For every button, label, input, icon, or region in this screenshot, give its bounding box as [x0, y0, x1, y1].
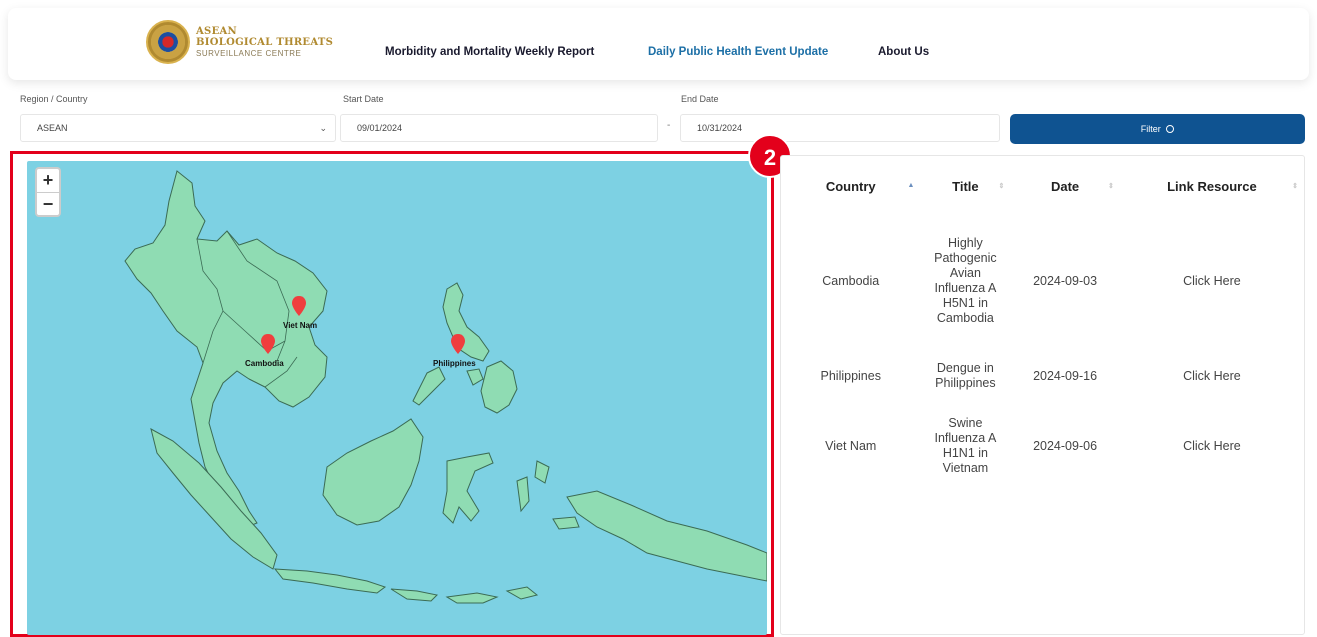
cell-date: 2024-09-16 — [1033, 368, 1098, 383]
marker-cambodia[interactable] — [261, 334, 275, 354]
logo-line-3: SURVEILLANCE CENTRE — [196, 48, 302, 58]
end-date-input[interactable]: 10/31/2024 — [680, 114, 1000, 142]
marker-label-viet-nam: Viet Nam — [283, 321, 318, 330]
logo-line-1: ASEAN — [196, 25, 238, 37]
start-date-input[interactable]: 09/01/2024 — [340, 114, 658, 142]
events-table-panel: Country ▲ Title ⇕ Date ⇕ Link Resource ⇕ Cam… — [780, 155, 1305, 635]
search-icon — [1166, 125, 1175, 133]
logo-line-2: BIOLOGICAL THREATS — [196, 36, 334, 48]
table-row: Viet Nam Swine Influenza A H1N1 in Vietnam 20… — [781, 406, 1304, 486]
cell-date: 2024-09-06 — [1033, 438, 1098, 453]
marker-label-philippines: Philippines — [433, 359, 476, 368]
sort-icon: ⇕ — [1292, 183, 1298, 190]
map-svg — [124, 170, 767, 604]
filter-button-label: Filter — [1140, 124, 1161, 134]
cell-country: Viet Nam — [825, 438, 877, 453]
filter-button[interactable]: Filter — [1010, 114, 1305, 144]
java — [273, 568, 387, 594]
table-row: Philippines Dengue in Philippines 2024-09-1… — [781, 346, 1304, 406]
cell-date: 2024-09-03 — [1033, 273, 1098, 288]
papua — [566, 490, 767, 582]
cell-title: Dengue in Philippines — [935, 361, 996, 390]
asean-seal-icon — [146, 20, 190, 64]
sort-icon: ⇕ — [998, 183, 1005, 190]
marker-viet-nam[interactable] — [292, 296, 306, 316]
cell-country: Cambodia — [822, 273, 880, 288]
philippines — [442, 282, 490, 362]
asean-map[interactable]: Viet Nam Cambodia Philippines + − — [27, 161, 767, 635]
end-date-label: End Date — [681, 94, 719, 104]
end-date-value: 10/31/2024 — [697, 123, 743, 133]
sort-icon: ⇕ — [1107, 183, 1114, 190]
region-select-value: ASEAN — [37, 123, 68, 133]
column-header-country[interactable]: Country ▲ — [781, 156, 920, 216]
events-table: Country ▲ Title ⇕ Date ⇕ Link Resource ⇕ Cam… — [781, 156, 1304, 486]
mainland-southeast-asia — [124, 170, 328, 528]
cell-title: Swine Influenza A H1N1 in Vietnam — [934, 416, 997, 475]
asean-logo[interactable]: ASEAN BIOLOGICAL THREATS SURVEILLANCE CE… — [146, 20, 333, 64]
column-header-link-resource[interactable]: Link Resource ⇕ — [1120, 156, 1304, 216]
cell-title: Highly Pathogenic Avian Influenza A H5N1 in C… — [934, 236, 997, 325]
map-zoom-control: + − — [35, 167, 61, 217]
zoom-out-button[interactable]: − — [37, 192, 59, 215]
region-select[interactable]: ASEAN ⌄ — [20, 114, 336, 142]
cell-link-resource[interactable]: Click Here — [1120, 346, 1304, 406]
chevron-down-icon: ⌄ — [319, 123, 327, 133]
zoom-in-button[interactable]: + — [37, 169, 59, 192]
marker-philippines[interactable] — [451, 334, 465, 354]
sort-asc-icon: ▲ — [907, 182, 915, 189]
column-header-title[interactable]: Title ⇕ — [920, 156, 1010, 216]
sulawesi — [442, 452, 494, 524]
table-header-row: Country ▲ Title ⇕ Date ⇕ Link Resource ⇕ — [781, 156, 1304, 216]
nav-mmwr[interactable]: Morbidity and Mortality Weekly Report — [385, 46, 594, 58]
date-separator: - — [667, 120, 671, 131]
cell-country: Philippines — [820, 368, 881, 383]
column-header-date[interactable]: Date ⇕ — [1010, 156, 1120, 216]
cell-link-resource[interactable]: Click Here — [1120, 216, 1304, 346]
top-navbar: ASEAN BIOLOGICAL THREATS SURVEILLANCE CE… — [8, 8, 1309, 80]
start-date-value: 09/01/2024 — [357, 123, 403, 133]
borneo — [322, 418, 424, 526]
nav-about-us[interactable]: About Us — [878, 46, 929, 58]
nav-daily-update[interactable]: Daily Public Health Event Update — [648, 46, 828, 58]
table-row: Cambodia Highly Pathogenic Avian Influenza A… — [781, 216, 1304, 346]
cell-link-resource[interactable]: Click Here — [1120, 406, 1304, 486]
region-label: Region / Country — [20, 94, 88, 104]
marker-label-cambodia: Cambodia — [245, 359, 284, 368]
start-date-label: Start Date — [343, 94, 384, 104]
map-panel-highlight: Viet Nam Cambodia Philippines + − — [10, 151, 774, 637]
